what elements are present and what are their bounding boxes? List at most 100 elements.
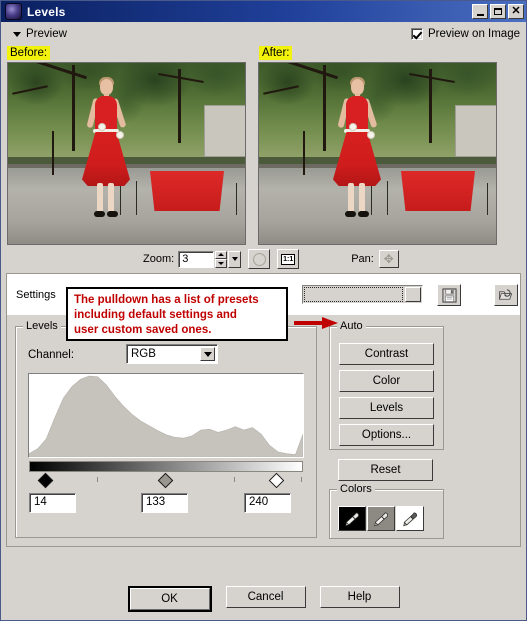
slider-tick	[234, 477, 235, 482]
zoom-pan-toolbar: Zoom: 3 1:1 Pan: ✥	[1, 246, 526, 270]
minimize-button[interactable]	[472, 4, 488, 19]
colors-group-label: Colors	[337, 483, 375, 495]
figure-left-shoe	[345, 211, 356, 217]
cancel-button[interactable]: Cancel	[225, 586, 306, 608]
set-white-point-button[interactable]	[396, 506, 424, 531]
window-title: Levels	[27, 4, 66, 19]
gamma-slider[interactable]	[157, 472, 174, 489]
annotation-callout: The pulldown has a list of presets inclu…	[66, 287, 288, 341]
minimize-icon	[476, 13, 484, 16]
preview-labels: Before: After:	[7, 46, 520, 60]
load-preset-button[interactable]	[494, 284, 518, 306]
figure-right-leg	[359, 183, 365, 213]
dialog-footer: OK Cancel Help	[1, 586, 526, 612]
zoom-decrease-button[interactable]	[215, 259, 228, 268]
preview-area: Before: After:	[7, 46, 520, 246]
pan-label: Pan:	[351, 253, 374, 265]
levels-slider-track[interactable]	[29, 472, 303, 489]
fit-to-window-icon	[252, 252, 266, 266]
eyedropper-icon	[403, 512, 417, 526]
histogram	[28, 373, 304, 458]
chevron-down-icon	[13, 31, 21, 37]
zoom-increase-button[interactable]	[215, 250, 228, 259]
zoom-stepper[interactable]	[215, 250, 228, 268]
figure-red-skirt	[333, 132, 381, 186]
photo-woman-figure	[333, 77, 381, 221]
photo-table-cloth	[150, 171, 224, 211]
preview-toolbar: Preview Preview on Image	[1, 22, 526, 46]
photo-branch	[429, 69, 432, 143]
set-gray-point-button[interactable]	[367, 506, 395, 531]
figure-right-shoe	[358, 211, 369, 217]
before-image[interactable]	[7, 62, 246, 245]
fit-to-window-button[interactable]	[248, 249, 271, 269]
eyedropper-icon	[374, 512, 388, 526]
photo-building	[204, 105, 245, 157]
preset-dropdown-arrow[interactable]	[405, 287, 421, 302]
channel-dropdown-arrow[interactable]	[200, 347, 215, 361]
actual-size-button[interactable]: 1:1	[277, 249, 300, 269]
figure-juggling-ball	[98, 123, 106, 131]
colors-group: Colors	[329, 483, 444, 539]
annotation-arrow	[294, 317, 342, 329]
preview-on-image-control[interactable]: Preview on Image	[410, 28, 520, 40]
preset-dropdown-value[interactable]	[304, 287, 403, 302]
after-label: After:	[259, 46, 293, 60]
ok-button[interactable]: OK	[127, 586, 212, 612]
ok-button-label: OK	[129, 588, 210, 610]
reset-button[interactable]: Reset	[338, 459, 433, 481]
preview-dropdown-label: Preview	[26, 28, 67, 40]
one-to-one-icon: 1:1	[281, 253, 296, 265]
maximize-button[interactable]	[490, 4, 506, 19]
preset-dropdown[interactable]	[302, 285, 423, 304]
callout-line-1: The pulldown has a list of presets	[74, 294, 259, 306]
photo-branch	[178, 69, 181, 143]
figure-left-shoe	[94, 211, 105, 217]
photo-chair-leg	[236, 183, 237, 215]
figure-red-skirt	[82, 132, 130, 186]
open-folder-icon	[498, 288, 513, 300]
black-point-slider[interactable]	[37, 472, 54, 489]
arrow-head-icon	[322, 317, 338, 329]
zoom-dropdown-button[interactable]	[228, 250, 242, 268]
figure-right-shoe	[107, 211, 118, 217]
settings-label: Settings	[16, 288, 56, 301]
auto-options-button[interactable]: Options...	[339, 424, 434, 446]
zoom-label: Zoom:	[143, 253, 175, 265]
eyedropper-icon	[345, 512, 359, 526]
figure-juggling-ball	[367, 131, 375, 139]
set-black-point-button[interactable]	[338, 506, 366, 531]
white-point-slider[interactable]	[268, 472, 285, 489]
auto-color-button[interactable]: Color	[339, 370, 434, 392]
save-preset-button[interactable]	[437, 284, 461, 306]
levels-body-panel: Levels Channel: RGB 14 133 240 Auto Cont…	[6, 315, 521, 547]
channel-dropdown[interactable]: RGB	[126, 344, 218, 364]
callout-line-2: including default settings and	[74, 309, 237, 321]
channel-label: Channel:	[28, 349, 75, 361]
histogram-plot	[29, 375, 303, 457]
close-button[interactable]: ✕	[508, 4, 524, 19]
lens-icon	[5, 3, 22, 20]
levels-group-label: Levels	[23, 320, 61, 332]
figure-juggling-ball	[116, 131, 124, 139]
window-controls: ✕	[472, 4, 524, 19]
before-label-wrap: Before:	[7, 46, 259, 60]
zoom-input[interactable]: 3	[178, 250, 215, 268]
photo-pole	[52, 131, 54, 175]
figure-left-leg	[348, 183, 354, 213]
preview-dropdown-button[interactable]: Preview	[7, 26, 75, 42]
help-button[interactable]: Help	[319, 586, 400, 608]
photo-branch	[72, 65, 75, 151]
black-point-input[interactable]: 14	[29, 493, 76, 513]
slider-tick	[97, 477, 98, 482]
photo-chair-leg	[387, 181, 388, 215]
white-point-input[interactable]: 240	[244, 493, 291, 513]
pan-hand-icon: ✥	[383, 252, 394, 266]
after-image[interactable]	[258, 62, 497, 245]
channel-dropdown-value: RGB	[131, 348, 156, 360]
pan-button[interactable]: ✥	[378, 250, 399, 268]
preview-on-image-checkbox[interactable]	[410, 28, 423, 40]
gamma-input[interactable]: 133	[141, 493, 188, 513]
auto-levels-button[interactable]: Levels	[339, 397, 434, 419]
auto-contrast-button[interactable]: Contrast	[339, 343, 434, 365]
